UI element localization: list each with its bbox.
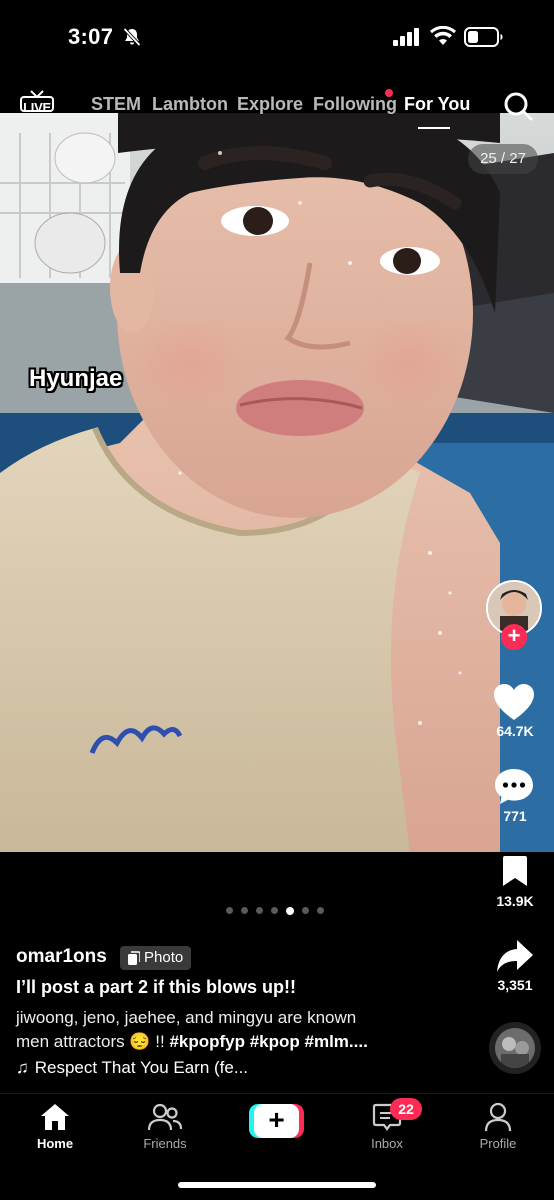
post-photo-image xyxy=(0,113,554,852)
description-text: men attractors 😔 !! xyxy=(16,1032,170,1051)
live-button[interactable]: LIVE xyxy=(20,90,54,120)
carousel-dot xyxy=(256,907,263,914)
create-button[interactable]: + xyxy=(249,1104,304,1138)
tab-following[interactable]: Following xyxy=(313,94,397,115)
bookmark-icon[interactable] xyxy=(499,855,531,887)
post-photo[interactable] xyxy=(0,113,554,852)
live-label: LIVE xyxy=(23,100,51,115)
comment-icon[interactable] xyxy=(492,766,536,806)
cellular-signal-icon xyxy=(393,28,419,46)
heart-icon[interactable] xyxy=(492,682,536,722)
post-type-badge: Photo xyxy=(120,946,192,970)
following-notification-dot xyxy=(385,89,393,97)
home-indicator[interactable] xyxy=(178,1182,376,1188)
bell-muted-icon xyxy=(123,27,141,47)
photo-counter: 25 / 27 xyxy=(468,144,538,174)
description-line-1: jiwoong, jeno, jaehee, and mingyu are kn… xyxy=(16,1008,357,1027)
post-description[interactable]: jiwoong, jeno, jaehee, and mingyu are kn… xyxy=(16,1006,436,1054)
creator-username[interactable]: omar1ons xyxy=(16,946,107,968)
search-icon[interactable] xyxy=(503,91,533,121)
saves-count: 13.9K xyxy=(496,893,534,909)
description-hashtags[interactable]: #kpopfyp #kpop #mlm.... xyxy=(169,1032,367,1051)
carousel-dot xyxy=(317,907,324,914)
carousel-dot xyxy=(226,907,233,914)
share-icon[interactable] xyxy=(495,938,535,974)
tab-stem[interactable]: STEM xyxy=(91,94,141,115)
nav-profile[interactable]: Profile xyxy=(453,1102,543,1151)
photo-caption-overlay: Hyunjae xyxy=(29,365,123,392)
sound-link[interactable]: ♫ Respect That You Earn (fe... xyxy=(16,1058,248,1078)
follow-button[interactable]: + xyxy=(501,624,527,650)
battery-icon xyxy=(464,27,503,47)
nav-inbox-label: Inbox xyxy=(371,1136,403,1151)
post-type-label: Photo xyxy=(144,949,184,966)
music-note-icon: ♫ xyxy=(16,1058,29,1077)
nav-profile-label: Profile xyxy=(479,1136,517,1151)
carousel-dot-active xyxy=(286,906,294,915)
photo-stack-icon xyxy=(128,951,140,965)
wifi-icon xyxy=(430,26,456,45)
tab-lambton[interactable]: Lambton xyxy=(152,94,228,115)
likes-count: 64.7K xyxy=(496,723,534,739)
nav-friends-label: Friends xyxy=(143,1136,187,1151)
nav-friends[interactable]: Friends xyxy=(120,1102,210,1151)
nav-home[interactable]: Home xyxy=(10,1102,100,1151)
sound-cover-image xyxy=(495,1028,535,1068)
active-tab-indicator xyxy=(418,127,450,129)
home-icon xyxy=(41,1104,69,1130)
post-title: I’ll post a part 2 if this blows up!! xyxy=(16,977,297,997)
nav-home-label: Home xyxy=(36,1136,74,1151)
sound-disc[interactable] xyxy=(489,1022,541,1074)
carousel-dot xyxy=(271,907,278,914)
inbox-badge: 22 xyxy=(390,1098,422,1120)
sound-title: Respect That You Earn (fe... xyxy=(34,1058,249,1077)
carousel-dot xyxy=(302,907,309,914)
comments-count: 771 xyxy=(503,808,527,824)
shares-count: 3,351 xyxy=(497,977,533,993)
tab-for-you[interactable]: For You xyxy=(404,94,470,115)
tab-explore[interactable]: Explore xyxy=(237,94,303,115)
status-time: 3:07 xyxy=(68,24,114,49)
plus-icon: + xyxy=(254,1104,299,1138)
status-bar: 3:07 xyxy=(0,0,554,80)
top-navigation: LIVE STEM Lambton Explore Following For … xyxy=(0,80,554,130)
carousel-dot xyxy=(241,907,248,914)
profile-icon xyxy=(484,1102,512,1132)
friends-icon xyxy=(148,1103,182,1131)
description-line-2: men attractors 😔 !! #kpopfyp #kpop #mlm.… xyxy=(16,1030,436,1054)
